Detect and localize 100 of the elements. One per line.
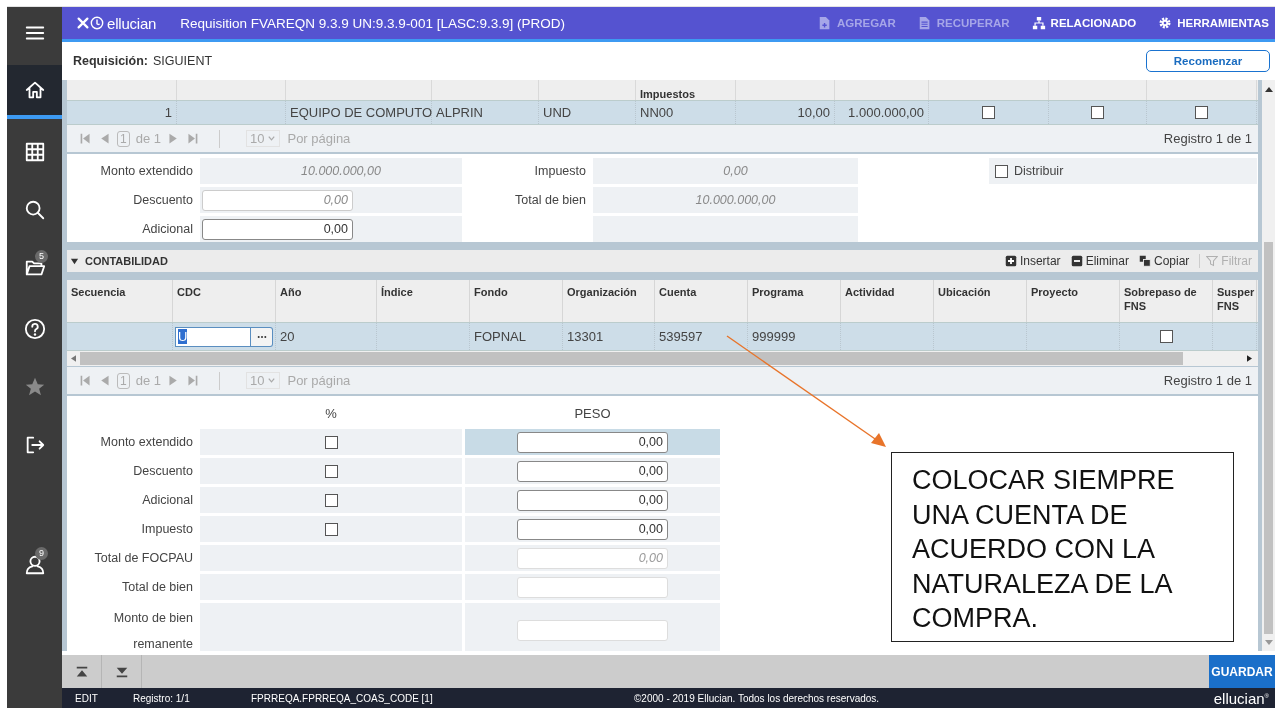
field-label: Monto extendido [100, 435, 193, 449]
field-label: Total de FOCPAU [94, 551, 193, 565]
page-count: de 1 [135, 131, 161, 146]
column-header: Año [280, 286, 302, 298]
plus-icon [1004, 255, 1017, 267]
table-cell: 13301 [567, 329, 604, 344]
field-label: Monto extendido [100, 164, 193, 178]
toolbar-button[interactable]: Insertar [1004, 254, 1061, 268]
sidebar-item[interactable] [7, 65, 62, 119]
column-header: Fondo [474, 286, 508, 298]
checkbox[interactable] [1091, 106, 1104, 119]
field-label: Impuesto [534, 164, 586, 178]
first-record-icon [74, 664, 89, 679]
table-cell: EQUIPO DE COMPUTO [290, 105, 433, 120]
caret-icon[interactable] [70, 256, 79, 266]
logo-icon [90, 16, 104, 30]
toolbar-button[interactable]: Eliminar [1070, 254, 1129, 268]
page-count: de 1 [135, 373, 161, 388]
record-count: Registro 1 de 1 [1163, 131, 1252, 146]
status-text: FPRREQA.FPRREQA_COAS_CODE [1] [251, 692, 434, 704]
input-field[interactable]: U [175, 326, 251, 347]
column-header: Impuestos [640, 88, 695, 100]
filter-icon [1206, 255, 1219, 267]
close-icon[interactable] [76, 16, 90, 30]
status-text: EDIT [75, 692, 99, 704]
input-field[interactable]: 0,00 [517, 431, 668, 453]
readonly-field: 0,00 [593, 158, 858, 184]
ellipsis-icon [256, 334, 267, 339]
field-value: SIGUIENT [153, 54, 214, 68]
logo-text: ellucian [107, 14, 157, 32]
sidebar-item[interactable]: 9 [7, 540, 62, 590]
scrollbar[interactable] [1262, 80, 1275, 651]
header-button[interactable]: HERRAMIENTAS [1158, 16, 1269, 30]
checkbox[interactable] [995, 164, 1008, 178]
field-label: Adicional [142, 222, 193, 236]
sidebar-item[interactable]: 5 [7, 243, 62, 293]
table-cell: 10,00 [797, 105, 830, 120]
section-title: CONTABILIDAD [85, 255, 169, 267]
copyright-text: ©2000 - 2019 Ellucian. Todos los derechos reservados. [634, 692, 881, 704]
table-cell: 1 [164, 105, 172, 120]
checkbox-label: Distribuir [1014, 164, 1064, 178]
checkbox[interactable] [324, 464, 338, 478]
scroll-left-icon[interactable] [71, 355, 76, 362]
readonly-field: 10.000.000,00 [593, 187, 858, 213]
field-label: Requisición: [73, 54, 148, 68]
table-row[interactable]: 1 EQUIPO DE COMPUTO ALPRIN UND NN00 10,00 1.000.000,00 [67, 100, 1258, 125]
field-label: Adicional [142, 493, 193, 507]
checkbox[interactable] [324, 522, 338, 536]
column-header: Actividad [845, 286, 895, 298]
page-size-label: Por página [287, 373, 352, 388]
status-text: Registro: 1/1 [133, 692, 191, 704]
column-header: Susper FNS [1217, 286, 1255, 312]
header-button[interactable]: RELACIONADO [1031, 16, 1137, 30]
table-cell: 20 [280, 329, 295, 344]
checkbox[interactable] [324, 435, 338, 449]
checkbox[interactable] [1195, 106, 1208, 119]
table-cell: 539597 [659, 329, 703, 344]
input-field[interactable]: 0,00 [202, 218, 353, 240]
checkbox[interactable] [1159, 330, 1173, 343]
column-header: Secuencia [71, 286, 126, 298]
table-cell: FOPNAL [474, 329, 526, 344]
home-icon [23, 79, 46, 101]
scrollbar[interactable] [67, 351, 1258, 366]
input-field[interactable]: 0,00 [517, 489, 668, 511]
table-cell: 999999 [752, 329, 796, 344]
toolbar-button[interactable]: Copiar [1138, 254, 1190, 268]
record-count: Registro 1 de 1 [1163, 373, 1252, 388]
grid-icon [23, 141, 46, 163]
field-label: Total de bien [515, 193, 586, 207]
checkbox[interactable] [982, 106, 995, 119]
input-field[interactable]: 0,00 [517, 460, 668, 482]
badge: 5 [35, 250, 48, 263]
column-header: CDC [177, 286, 201, 298]
caret-icon [267, 134, 277, 143]
gear-icon [1158, 16, 1173, 30]
field-label: Total de bien [122, 580, 193, 594]
scroll-right-icon[interactable] [1247, 355, 1252, 362]
column-header: Proyecto [1031, 286, 1079, 298]
lookup-button[interactable] [251, 326, 273, 347]
input-field: 0,00 [517, 547, 668, 569]
restart-button[interactable]: Recomenzar [1146, 50, 1270, 72]
page-size-label: Por página [287, 131, 352, 146]
checkbox[interactable] [324, 493, 338, 507]
column-header: % [325, 405, 337, 421]
input-field[interactable]: 0,00 [517, 518, 668, 540]
hierarchy-icon [1031, 16, 1046, 30]
table-cell: UND [543, 105, 572, 120]
user-icon [23, 554, 46, 576]
column-header: PESO [574, 405, 611, 421]
save-button[interactable]: GUARDAR [1209, 655, 1275, 688]
window-title: Requisition FVAREQN 9.3.9 UN:9.3.9-001 [LASC:9.3.9] (PROD) [180, 15, 566, 31]
table-cell: ALPRIN [436, 105, 483, 120]
minus-icon [1070, 255, 1083, 267]
logo: ellucian$^{®}$ [1213, 689, 1270, 707]
table-cell: 1.000.000,00 [848, 105, 924, 120]
field-label: Monto de bien remanente [112, 609, 193, 651]
search-icon [23, 199, 46, 221]
table-row[interactable]: U 20 FOPNAL 13301 539597 999999 [67, 322, 1258, 351]
input-field: 0,00 [202, 189, 353, 211]
field-label: Impuesto [141, 522, 193, 536]
